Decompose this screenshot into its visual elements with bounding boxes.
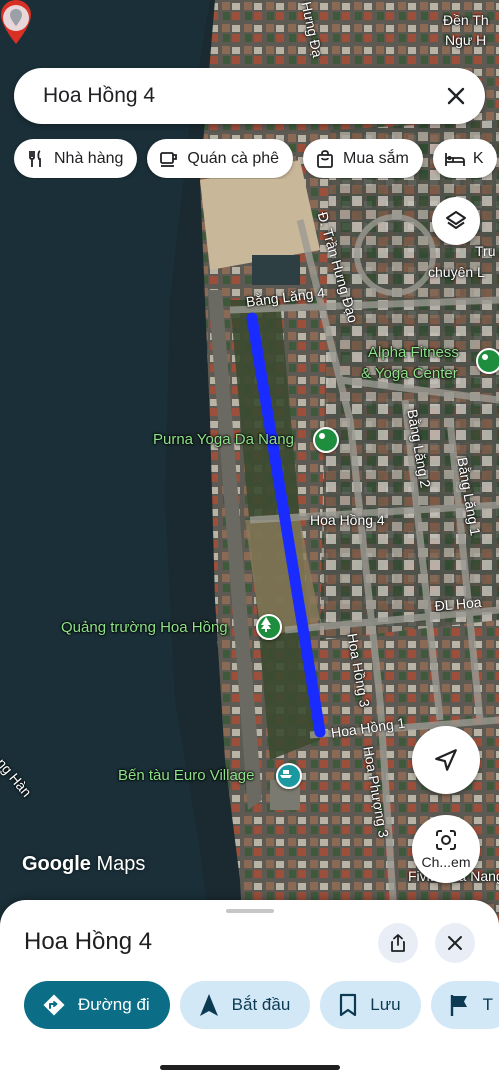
saved-place-pin-icon[interactable] xyxy=(0,0,32,36)
layers-button[interactable] xyxy=(432,197,480,245)
directions-icon xyxy=(43,994,65,1016)
poi-label-ben-tau[interactable]: Bến tàu Euro Village xyxy=(118,767,255,784)
sheet-drag-handle[interactable] xyxy=(226,909,274,913)
cafe-icon xyxy=(158,148,180,170)
street-label-chuyen: chuyên L xyxy=(428,264,485,280)
action-buttons-row: Đường đi Bắt đầu Lưu T xyxy=(24,981,499,1029)
directions-button[interactable]: Đường đi xyxy=(24,981,170,1029)
navigation-arrow-icon xyxy=(199,994,218,1016)
category-chips: Nhà hàng Quán cà phê Mua sắm K xyxy=(14,139,499,179)
street-label-nguyen: Ngư H xyxy=(445,32,487,48)
ferry-poi-icon[interactable] xyxy=(276,763,302,789)
chip-hotels[interactable]: K xyxy=(432,139,498,178)
street-label-hoa-hong-4: Hoa Hồng 4 xyxy=(310,512,385,528)
fitness-poi-icon[interactable] xyxy=(476,348,499,374)
directions-label: Đường đi xyxy=(78,995,150,1014)
lens-search-button[interactable]: Ch...em xyxy=(412,815,480,883)
location-arrow-icon xyxy=(435,749,457,771)
label-button[interactable]: T xyxy=(430,981,499,1029)
place-title: Hoa Hồng 4 xyxy=(24,928,153,955)
camera-lens-icon xyxy=(436,830,456,850)
poi-label-alpha-fitness-1[interactable]: Alpha Fitness xyxy=(368,344,459,361)
search-input[interactable]: Hoa Hồng 4 xyxy=(43,84,441,108)
search-bar[interactable]: Hoa Hồng 4 xyxy=(14,68,485,124)
share-button[interactable] xyxy=(378,923,418,963)
close-icon xyxy=(448,936,462,950)
chip-cafes[interactable]: Quán cà phê xyxy=(147,139,294,178)
shopping-bag-icon xyxy=(314,148,336,170)
save-button[interactable]: Lưu xyxy=(320,981,421,1029)
home-indicator[interactable] xyxy=(160,1065,340,1070)
chip-label: K xyxy=(472,149,484,167)
hotel-icon xyxy=(444,148,466,170)
poi-label-alpha-fitness-2[interactable]: & Yoga Center xyxy=(361,365,458,382)
chip-label: Quán cà phê xyxy=(187,149,280,167)
poi-label-purna-yoga[interactable]: Purna Yoga Da Nang xyxy=(153,431,294,448)
close-icon xyxy=(447,87,465,105)
close-sheet-button[interactable] xyxy=(435,923,475,963)
clear-search-button[interactable] xyxy=(441,81,471,111)
google-maps-logo: Google Maps xyxy=(22,853,146,875)
layers-icon xyxy=(446,211,466,229)
poi-label-quang-truong[interactable]: Quảng trường Hoa Hồng xyxy=(61,619,228,636)
start-button[interactable]: Bắt đầu xyxy=(179,981,311,1029)
yoga-poi-icon[interactable] xyxy=(313,427,339,453)
place-bottom-sheet[interactable]: Hoa Hồng 4 Đường đi Bắt đầu Lưu T xyxy=(0,900,499,1080)
label-label: T xyxy=(482,995,493,1014)
chip-label: Mua sắm xyxy=(343,149,409,167)
chip-shopping[interactable]: Mua sắm xyxy=(303,139,423,178)
my-location-button[interactable] xyxy=(412,726,480,794)
start-label: Bắt đầu xyxy=(231,995,291,1014)
chip-label: Nhà hàng xyxy=(54,149,124,167)
lens-button-label: Ch...em xyxy=(421,854,471,870)
restaurant-icon xyxy=(25,148,47,170)
street-label-truong: Tru xyxy=(475,243,496,259)
street-label-den: Đền Th xyxy=(443,12,489,28)
share-icon xyxy=(391,934,405,952)
bookmark-icon xyxy=(340,993,357,1017)
flag-icon xyxy=(450,995,467,1016)
chip-restaurants[interactable]: Nhà hàng xyxy=(14,139,138,178)
park-tree-icon[interactable] xyxy=(256,614,282,640)
save-label: Lưu xyxy=(370,995,401,1014)
